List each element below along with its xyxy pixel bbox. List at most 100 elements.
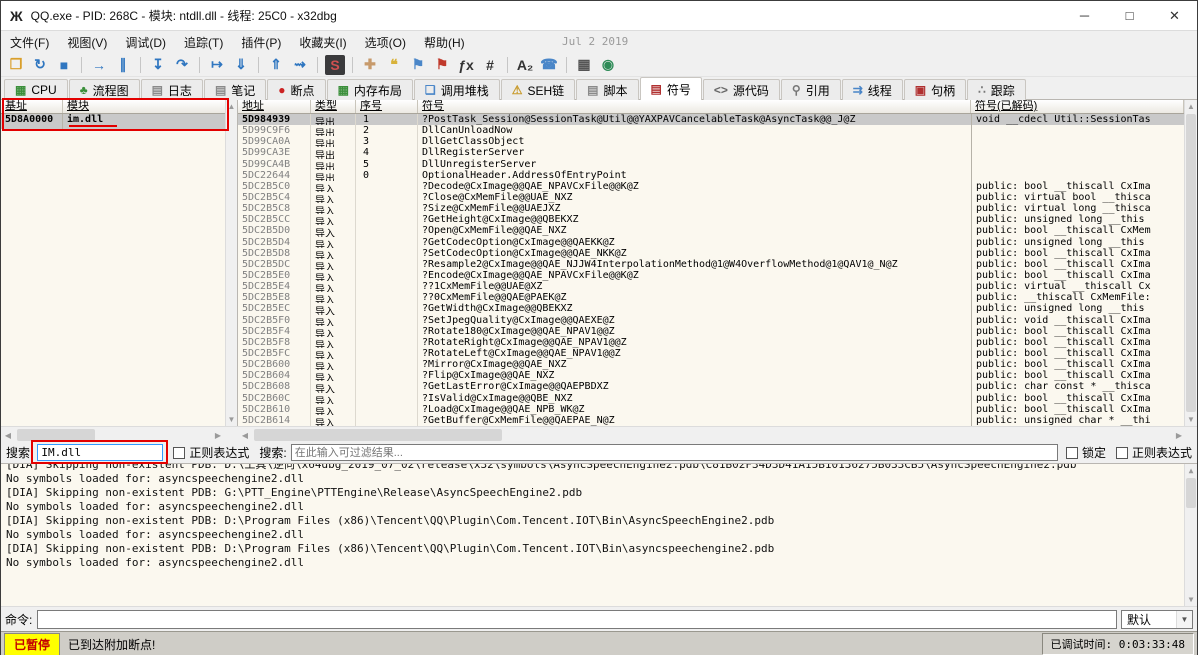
regex-symbol-checkbox[interactable]: [1116, 447, 1128, 459]
toolbar-separator[interactable]: [317, 57, 318, 73]
command-input[interactable]: [37, 610, 1117, 629]
minimize-button[interactable]: ─: [1062, 1, 1107, 30]
column-header-module[interactable]: 模块: [63, 100, 226, 113]
symbol-row[interactable]: 5DC2B5F4 导入 ?Rotate180@CxImage@@QAE_NPAV…: [238, 326, 1184, 337]
symbols-vertical-scrollbar[interactable]: ▲ ▼: [1184, 100, 1197, 426]
module-search-input[interactable]: [37, 444, 163, 461]
attach-user-icon[interactable]: ⇝: [288, 54, 312, 76]
menu-help[interactable]: 帮助(H): [415, 32, 474, 53]
menu-plugins[interactable]: 插件(P): [232, 32, 290, 53]
close-button[interactable]: ✕: [1152, 1, 1197, 30]
tab-flowchart[interactable]: ♣ 流程图: [69, 79, 140, 100]
tab-trace[interactable]: ∴ 跟踪: [967, 79, 1026, 100]
column-header-symbol[interactable]: 符号: [418, 100, 971, 113]
toolbar-separator[interactable]: [199, 57, 200, 73]
symbol-search-input[interactable]: [291, 444, 1058, 461]
modules-horizontal-scrollbar[interactable]: ◀ ▶: [1, 428, 225, 442]
globe-settings-icon[interactable]: ◉: [596, 54, 620, 76]
tab-handles[interactable]: ▣ 句柄: [904, 79, 966, 100]
symbol-row[interactable]: 5DC2B604 导入 ?Flip@CxImage@@QAE_NXZ publi…: [238, 370, 1184, 381]
tab-cpu[interactable]: ▦ CPU: [4, 79, 68, 100]
tab-call-stack[interactable]: ❏ 调用堆栈: [414, 79, 500, 100]
scroll-down-button[interactable]: ▼: [1185, 413, 1197, 426]
symbol-row[interactable]: 5DC2B5E4 导入 ??1CxMemFile@@UAE@XZ public:…: [238, 281, 1184, 292]
scroll-left-button[interactable]: ◀: [1, 428, 15, 442]
scroll-up-button[interactable]: ▲: [226, 100, 237, 113]
pause-icon[interactable]: ∥: [111, 54, 135, 76]
toolbar-separator[interactable]: [352, 57, 353, 73]
toolbar-separator[interactable]: [507, 57, 508, 73]
menu-trace[interactable]: 追踪(T): [175, 32, 232, 53]
symbol-row[interactable]: 5DC2B5C0 导入 ?Decode@CxImage@@QAE_NPAVCxF…: [238, 181, 1184, 192]
tab-log[interactable]: ▤ 日志: [141, 79, 203, 100]
menu-options[interactable]: 选项(O): [356, 32, 415, 53]
symbol-row[interactable]: 5DC2B614 导入 ?GetBuffer@CxMemFile@@QAEPAE…: [238, 415, 1184, 426]
tab-source[interactable]: <> 源代码: [703, 79, 780, 100]
patches-icon[interactable]: ✚: [358, 54, 382, 76]
symbol-row[interactable]: 5D99C9F6 导出 2 DllCanUnloadNow: [238, 125, 1184, 136]
run-icon[interactable]: →: [87, 54, 111, 76]
scroll-thumb[interactable]: [1186, 478, 1196, 508]
scroll-down-button[interactable]: ▼: [226, 413, 237, 426]
maximize-button[interactable]: □: [1107, 1, 1152, 30]
calculator-icon[interactable]: ▦: [572, 54, 596, 76]
chevron-down-icon[interactable]: ▼: [1176, 611, 1192, 628]
tab-notes[interactable]: ▤ 笔记: [204, 79, 266, 100]
step-into-icon[interactable]: ↧: [146, 54, 170, 76]
symbol-row[interactable]: 5DC22644 导出 0 OptionalHeader.AddressOfEn…: [238, 170, 1184, 181]
toolbar-separator[interactable]: [140, 57, 141, 73]
toolbar-separator[interactable]: [566, 57, 567, 73]
symbol-row[interactable]: 5D99CA3E 导出 4 DllRegisterServer: [238, 147, 1184, 158]
strings-icon[interactable]: A₂: [513, 54, 537, 76]
symbol-row[interactable]: 5D99CA4B 导出 5 DllUnregisterServer: [238, 159, 1184, 170]
tab-threads[interactable]: ⇉ 线程: [842, 79, 903, 100]
regex-module-checkbox[interactable]: [173, 447, 185, 459]
symbol-row[interactable]: 5DC2B5F0 导入 ?SetJpegQuality@CxImage@@QAE…: [238, 315, 1184, 326]
scroll-up-button[interactable]: ▲: [1185, 100, 1197, 113]
symbol-row[interactable]: 5DC2B5EC 导入 ?GetWidth@CxImage@@QBEKXZ pu…: [238, 303, 1184, 314]
scroll-up-button[interactable]: ▲: [1185, 464, 1197, 477]
menu-favourites[interactable]: 收藏夹(I): [290, 32, 355, 53]
scroll-thumb[interactable]: [17, 429, 95, 441]
functions-icon[interactable]: ƒx: [454, 54, 478, 76]
scroll-right-button[interactable]: ▶: [211, 428, 225, 442]
symbol-row[interactable]: 5DC2B5FC 导入 ?RotateLeft@CxImage@@QAE_NPA…: [238, 348, 1184, 359]
symbol-row[interactable]: 5DC2B5DC 导入 ?Resample2@CxImage@@QAE_NJJW…: [238, 259, 1184, 270]
column-header-base[interactable]: 基址: [1, 100, 63, 113]
symbol-row[interactable]: 5DC2B610 导入 ?Load@CxImage@@QAE_NPB_WK@Z …: [238, 404, 1184, 415]
column-header-decoded[interactable]: 符号(已解码): [971, 100, 1184, 113]
column-header-ordinal[interactable]: 序号: [356, 100, 418, 113]
seh-s-icon[interactable]: S: [325, 55, 345, 75]
execute-till-return-icon[interactable]: ↦: [205, 54, 229, 76]
phone-attach-icon[interactable]: ☎: [537, 54, 561, 76]
run-to-user-code-icon[interactable]: ⇓: [229, 54, 253, 76]
symbols-horizontal-scrollbar[interactable]: ◀ ▶: [238, 428, 1186, 442]
symbol-row[interactable]: 5DC2B5F8 导入 ?RotateRight@CxImage@@QAE_NP…: [238, 337, 1184, 348]
tab-seh-chain[interactable]: ⚠ SEH链: [501, 79, 575, 100]
command-profile-dropdown[interactable]: 默认 ▼: [1121, 610, 1193, 629]
lock-checkbox[interactable]: [1066, 447, 1078, 459]
symbol-row[interactable]: 5DC2B5C4 导入 ?Close@CxMemFile@@UAE_NXZ pu…: [238, 192, 1184, 203]
symbol-row[interactable]: 5DC2B5E0 导入 ?Encode@CxImage@@QAE_NPAVCxF…: [238, 270, 1184, 281]
module-row[interactable]: 5D8A0000 im.dll: [1, 114, 226, 129]
restart-icon[interactable]: ↻: [28, 54, 52, 76]
menu-debug[interactable]: 调试(D): [116, 32, 175, 53]
open-file-icon[interactable]: ❒: [4, 54, 28, 76]
symbol-row[interactable]: 5DC2B5D8 导入 ?SetCodecOption@CxImage@@QAE…: [238, 248, 1184, 259]
scroll-down-button[interactable]: ▼: [1185, 593, 1197, 606]
symbol-row[interactable]: 5DC2B5C8 导入 ?Size@CxMemFile@@UAEJXZ publ…: [238, 203, 1184, 214]
step-out-icon[interactable]: ⇑: [264, 54, 288, 76]
scroll-right-button[interactable]: ▶: [1172, 428, 1186, 442]
symbol-row[interactable]: 5D984939 导出 1 ?PostTask_Session@SessionT…: [238, 114, 1184, 125]
log-vertical-scrollbar[interactable]: ▲ ▼: [1184, 464, 1197, 606]
tab-breakpoints[interactable]: ● 断点: [267, 79, 325, 100]
symbol-row[interactable]: 5DC2B5D4 导入 ?GetCodecOption@CxImage@@QAE…: [238, 237, 1184, 248]
symbol-row[interactable]: 5DC2B60C 导入 ?IsValid@CxImage@@QBE_NXZ pu…: [238, 393, 1184, 404]
column-header-address[interactable]: 地址: [238, 100, 311, 113]
column-header-type[interactable]: 类型: [311, 100, 356, 113]
hash-patch-icon[interactable]: #: [478, 54, 502, 76]
symbol-row[interactable]: 5DC2B5E8 导入 ??0CxMemFile@@QAE@PAEK@Z pub…: [238, 292, 1184, 303]
labels-icon[interactable]: ⚑: [406, 54, 430, 76]
symbol-row[interactable]: 5DC2B608 导入 ?GetLastError@CxImage@@QAEPB…: [238, 381, 1184, 392]
menu-view[interactable]: 视图(V): [58, 32, 116, 53]
